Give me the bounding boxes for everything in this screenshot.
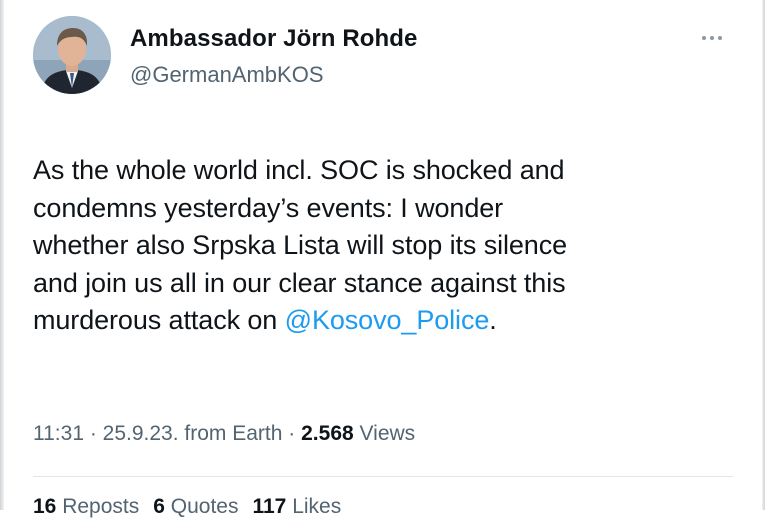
views-count: 2.568: [301, 422, 354, 445]
avatar[interactable]: [33, 16, 111, 94]
author-name[interactable]: Ambassador Jörn Rohde: [130, 25, 418, 53]
profile-photo: [33, 16, 111, 94]
more-horizontal-icon: [718, 36, 722, 40]
likes-count: 117: [252, 495, 287, 518]
engagement-stats: 16 Reposts 6 Quotes 117 Likes: [33, 495, 341, 519]
likes-label: Likes: [286, 495, 342, 518]
mention-link[interactable]: @Kosovo_Police: [285, 305, 490, 335]
likes-link[interactable]: 117 Likes: [252, 495, 341, 518]
separator: ·: [84, 422, 103, 445]
reposts-link[interactable]: 16 Reposts: [33, 495, 139, 518]
tweet-line: As the whole world incl. SOC is shocked …: [33, 155, 565, 185]
views-label: Views: [353, 422, 416, 445]
tweet-time[interactable]: 11:31: [33, 422, 84, 445]
author-handle[interactable]: @GermanAmbKOS: [130, 62, 324, 88]
quotes-count: 6: [153, 495, 165, 518]
divider: [33, 476, 733, 477]
tweet-text: As the whole world incl. SOC is shocked …: [33, 152, 733, 340]
tweet-date[interactable]: 25.9.23.: [103, 422, 179, 445]
tweet-line: murderous attack on @Kosovo_Police.: [33, 302, 733, 340]
reposts-label: Reposts: [56, 495, 140, 518]
tweet-line: condemns yesterday’s events: I wonder: [33, 192, 504, 223]
more-horizontal-icon: [710, 36, 714, 40]
tweet-source: from Earth: [178, 422, 283, 445]
tweet-line: and join us all in our clear stance agai…: [33, 267, 566, 298]
more-horizontal-icon: [702, 36, 706, 40]
quotes-link[interactable]: 6 Quotes: [153, 495, 238, 518]
frame-border-left: [0, 0, 4, 510]
tweet-line-text: .: [489, 305, 497, 335]
quotes-label: Quotes: [164, 495, 239, 518]
separator: ·: [282, 422, 302, 445]
reposts-count: 16: [33, 495, 57, 518]
tweet-line-text: murderous attack on: [33, 305, 285, 335]
more-options-button[interactable]: [692, 28, 732, 48]
tweet-line: whether also Srpska Lista will stop its …: [33, 230, 568, 260]
tweet-meta: 11:31 · 25.9.23. from Earth · 2.568 View…: [33, 422, 415, 446]
